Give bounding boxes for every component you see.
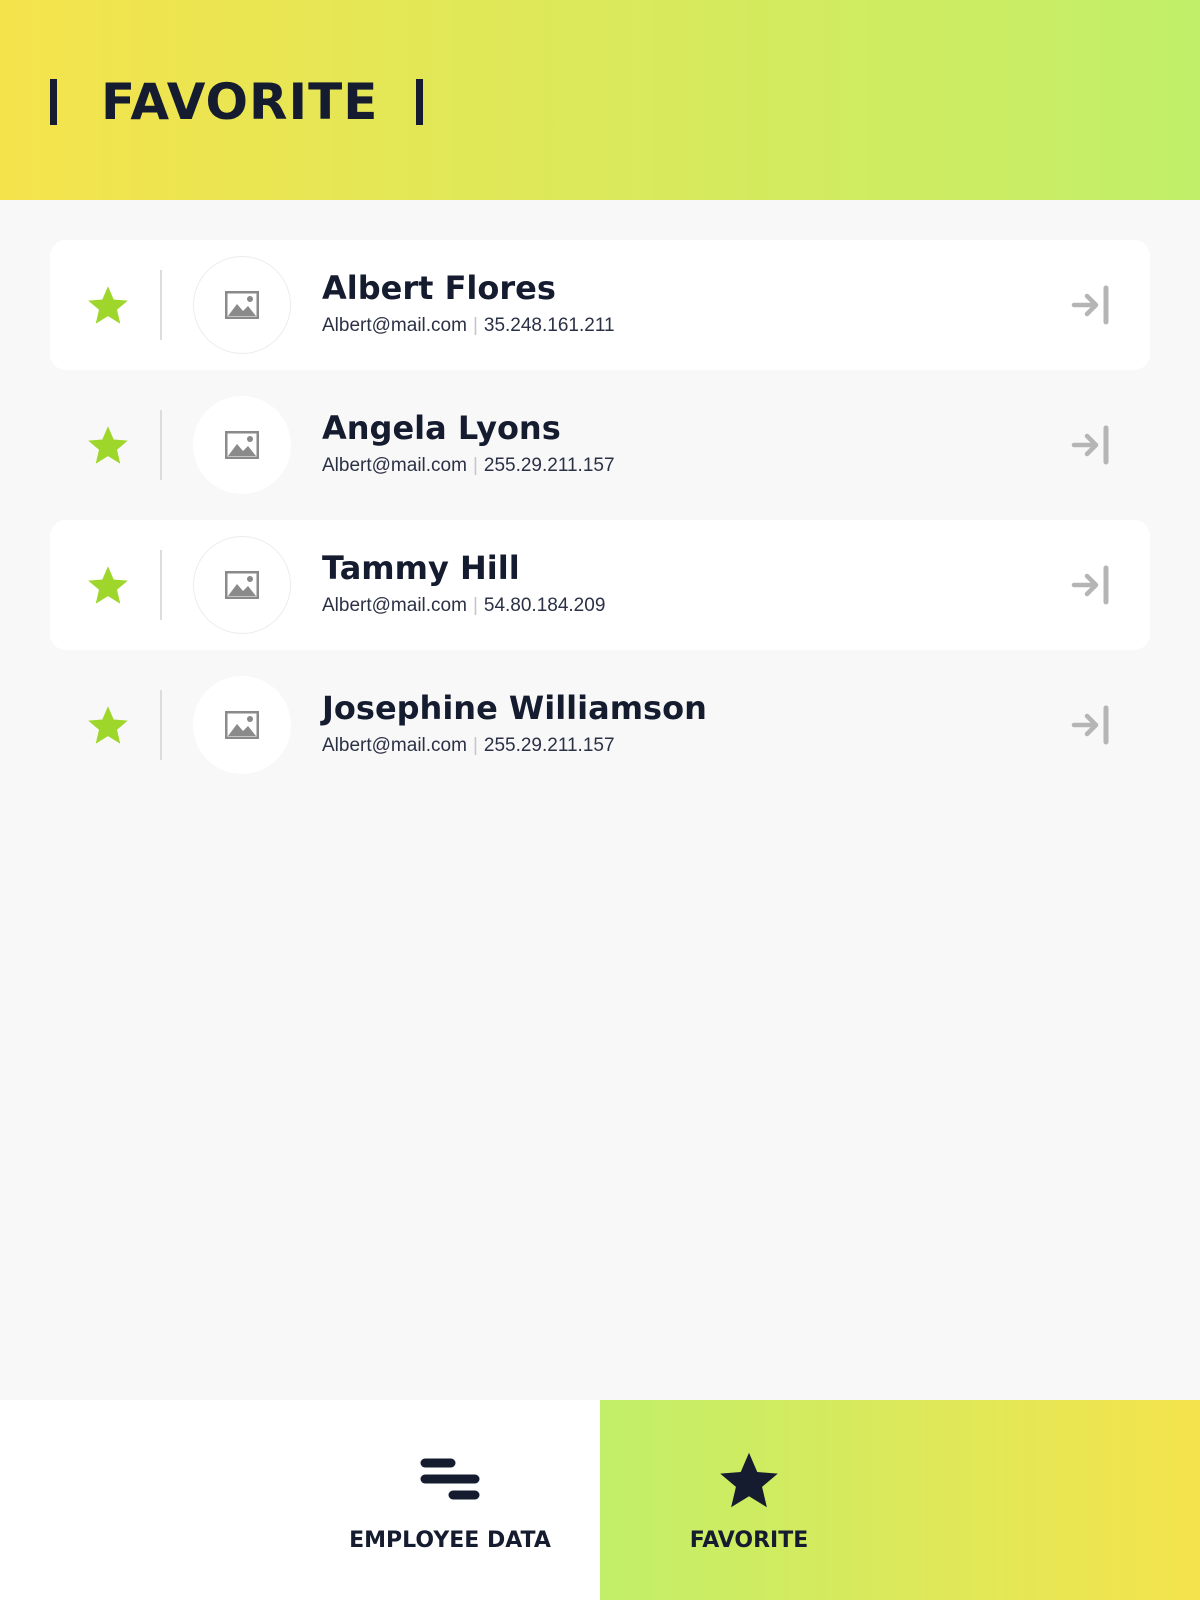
employee-ip: 35.248.161.211 bbox=[483, 315, 615, 336]
employee-ip: 54.80.184.209 bbox=[483, 595, 606, 616]
list-item[interactable]: Tammy Hill Albert@mail.com | 54.80.184.209 bbox=[50, 520, 1150, 650]
arrow-right-to-bar-icon[interactable] bbox=[1068, 282, 1114, 328]
meta-separator: | bbox=[472, 455, 478, 476]
star-icon[interactable] bbox=[86, 283, 130, 327]
nav-employee-data-label: EMPLOYEE DATA bbox=[349, 1528, 551, 1553]
page-title-text: FAVORITE bbox=[101, 73, 379, 131]
arrow-right-to-bar-icon[interactable] bbox=[1068, 422, 1114, 468]
star-icon bbox=[716, 1450, 782, 1510]
title-bar-right bbox=[416, 79, 424, 125]
avatar bbox=[193, 396, 291, 494]
employee-name: Angela Lyons bbox=[322, 409, 561, 447]
title-bar-left bbox=[50, 79, 57, 125]
meta-separator: | bbox=[472, 315, 478, 336]
arrow-right-to-bar-icon[interactable] bbox=[1068, 562, 1114, 608]
employee-ip: 255.29.211.157 bbox=[483, 735, 615, 756]
page-title: FAVORITE bbox=[50, 72, 424, 132]
nav-favorite-label: FAVORITE bbox=[689, 1528, 809, 1553]
list-lines-icon bbox=[419, 1450, 481, 1510]
list-item[interactable]: Angela Lyons Albert@mail.com | 255.29.211.… bbox=[50, 380, 1150, 510]
image-placeholder-icon bbox=[225, 711, 259, 739]
employee-email: Albert@mail.com bbox=[322, 735, 467, 756]
meta-separator: | bbox=[472, 735, 478, 756]
row-divider bbox=[160, 690, 162, 760]
image-placeholder-icon bbox=[225, 431, 259, 459]
page-header: FAVORITE bbox=[0, 0, 1200, 200]
favorites-list: Albert Flores Albert@mail.com | 35.248.161… bbox=[50, 240, 1150, 800]
row-divider bbox=[160, 410, 162, 480]
row-divider bbox=[160, 270, 162, 340]
employee-meta: Albert@mail.com | 255.29.211.157 bbox=[322, 734, 615, 758]
bottom-navigation: EMPLOYEE DATA FAVORITE bbox=[0, 1400, 1200, 1600]
meta-separator: | bbox=[472, 595, 478, 616]
star-icon[interactable] bbox=[86, 563, 130, 607]
list-item[interactable]: Albert Flores Albert@mail.com | 35.248.161… bbox=[50, 240, 1150, 370]
list-item[interactable]: Josephine Williamson Albert@mail.com | 255… bbox=[50, 660, 1150, 790]
employee-email: Albert@mail.com bbox=[322, 595, 467, 616]
employee-email: Albert@mail.com bbox=[322, 455, 467, 476]
image-placeholder-icon bbox=[225, 291, 259, 319]
employee-email: Albert@mail.com bbox=[322, 315, 467, 336]
employee-name: Albert Flores bbox=[322, 269, 556, 307]
star-icon[interactable] bbox=[86, 423, 130, 467]
employee-name: Tammy Hill bbox=[322, 549, 520, 587]
employee-name: Josephine Williamson bbox=[322, 689, 707, 727]
employee-meta: Albert@mail.com | 35.248.161.211 bbox=[322, 314, 615, 338]
image-placeholder-icon bbox=[225, 571, 259, 599]
nav-favorite[interactable]: FAVORITE bbox=[600, 1400, 1200, 1600]
arrow-right-to-bar-icon[interactable] bbox=[1068, 702, 1114, 748]
nav-employee-data[interactable]: EMPLOYEE DATA bbox=[0, 1400, 600, 1600]
avatar bbox=[193, 256, 291, 354]
avatar bbox=[193, 676, 291, 774]
employee-meta: Albert@mail.com | 54.80.184.209 bbox=[322, 594, 605, 618]
employee-meta: Albert@mail.com | 255.29.211.157 bbox=[322, 454, 615, 478]
star-icon[interactable] bbox=[86, 703, 130, 747]
avatar bbox=[193, 536, 291, 634]
employee-ip: 255.29.211.157 bbox=[483, 455, 615, 476]
row-divider bbox=[160, 550, 162, 620]
